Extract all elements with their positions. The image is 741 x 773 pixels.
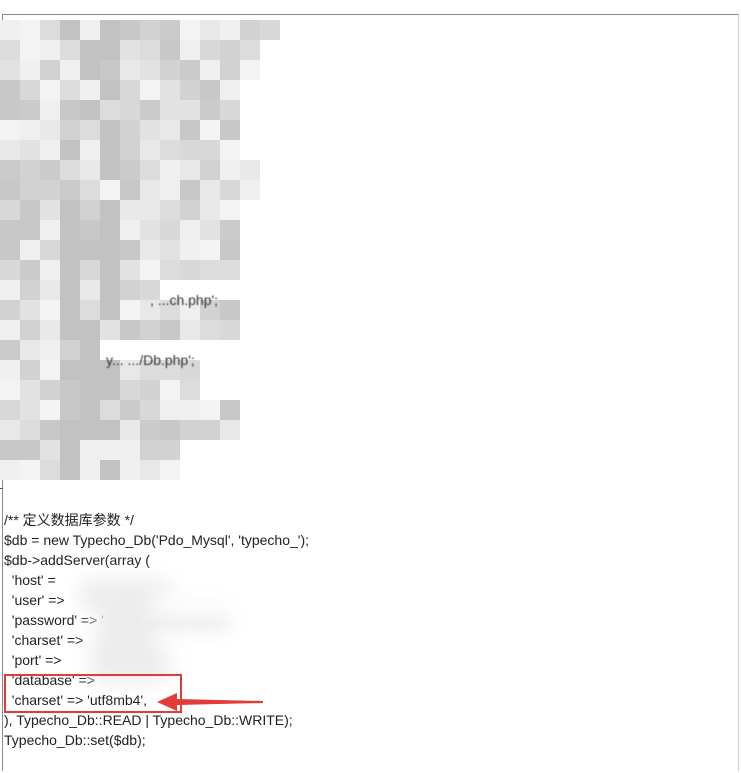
value-redaction — [80, 580, 270, 682]
left-arrow-icon — [157, 693, 263, 711]
